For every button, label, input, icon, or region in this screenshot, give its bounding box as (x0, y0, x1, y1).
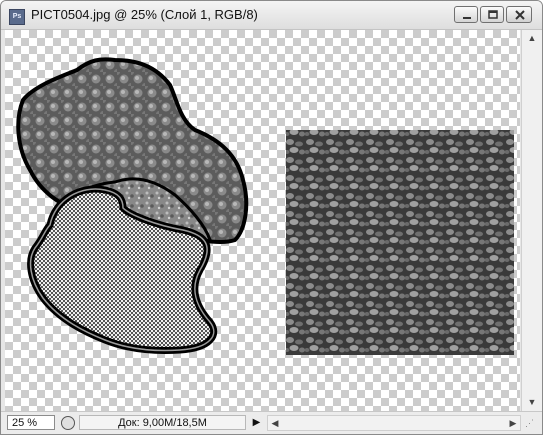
window-title: PICT0504.jpg @ 25% (Слой 1, RGB/8) (31, 7, 258, 22)
vertical-scrollbar[interactable]: ▲ ▼ (521, 30, 542, 411)
gravel-texture-square (286, 130, 514, 355)
close-button[interactable] (506, 6, 532, 23)
canvas-artwork (16, 57, 514, 355)
status-info-icon[interactable] (61, 416, 75, 430)
resize-grip-icon[interactable]: ⋰ (525, 418, 539, 432)
document-window: Ps PICT0504.jpg @ 25% (Слой 1, RGB/8) ▲ … (0, 0, 543, 435)
close-icon (515, 10, 525, 20)
photoshop-app-icon: Ps (9, 9, 25, 25)
scroll-left-arrow[interactable]: ◀ (268, 416, 282, 430)
maximize-button[interactable] (480, 6, 504, 23)
title-bar[interactable]: Ps PICT0504.jpg @ 25% (Слой 1, RGB/8) (1, 1, 542, 30)
image-canvas[interactable] (5, 30, 520, 411)
zoom-level-field[interactable]: 25 % (7, 415, 55, 430)
scroll-right-arrow[interactable]: ▶ (506, 416, 520, 430)
status-bar: 25 % Док: 9,00M/18,5M ▶ ◀ ▶ ⋰ (1, 411, 542, 434)
minimize-icon (463, 17, 471, 19)
minimize-button[interactable] (454, 6, 478, 23)
scroll-up-arrow[interactable]: ▲ (522, 30, 542, 47)
horizontal-scrollbar[interactable]: ◀ ▶ (267, 415, 521, 431)
scroll-down-arrow[interactable]: ▼ (522, 394, 542, 411)
maximize-icon (488, 10, 498, 19)
document-size-info: Док: 9,00M/18,5M (79, 415, 246, 430)
status-menu-arrow-icon[interactable]: ▶ (250, 415, 263, 430)
